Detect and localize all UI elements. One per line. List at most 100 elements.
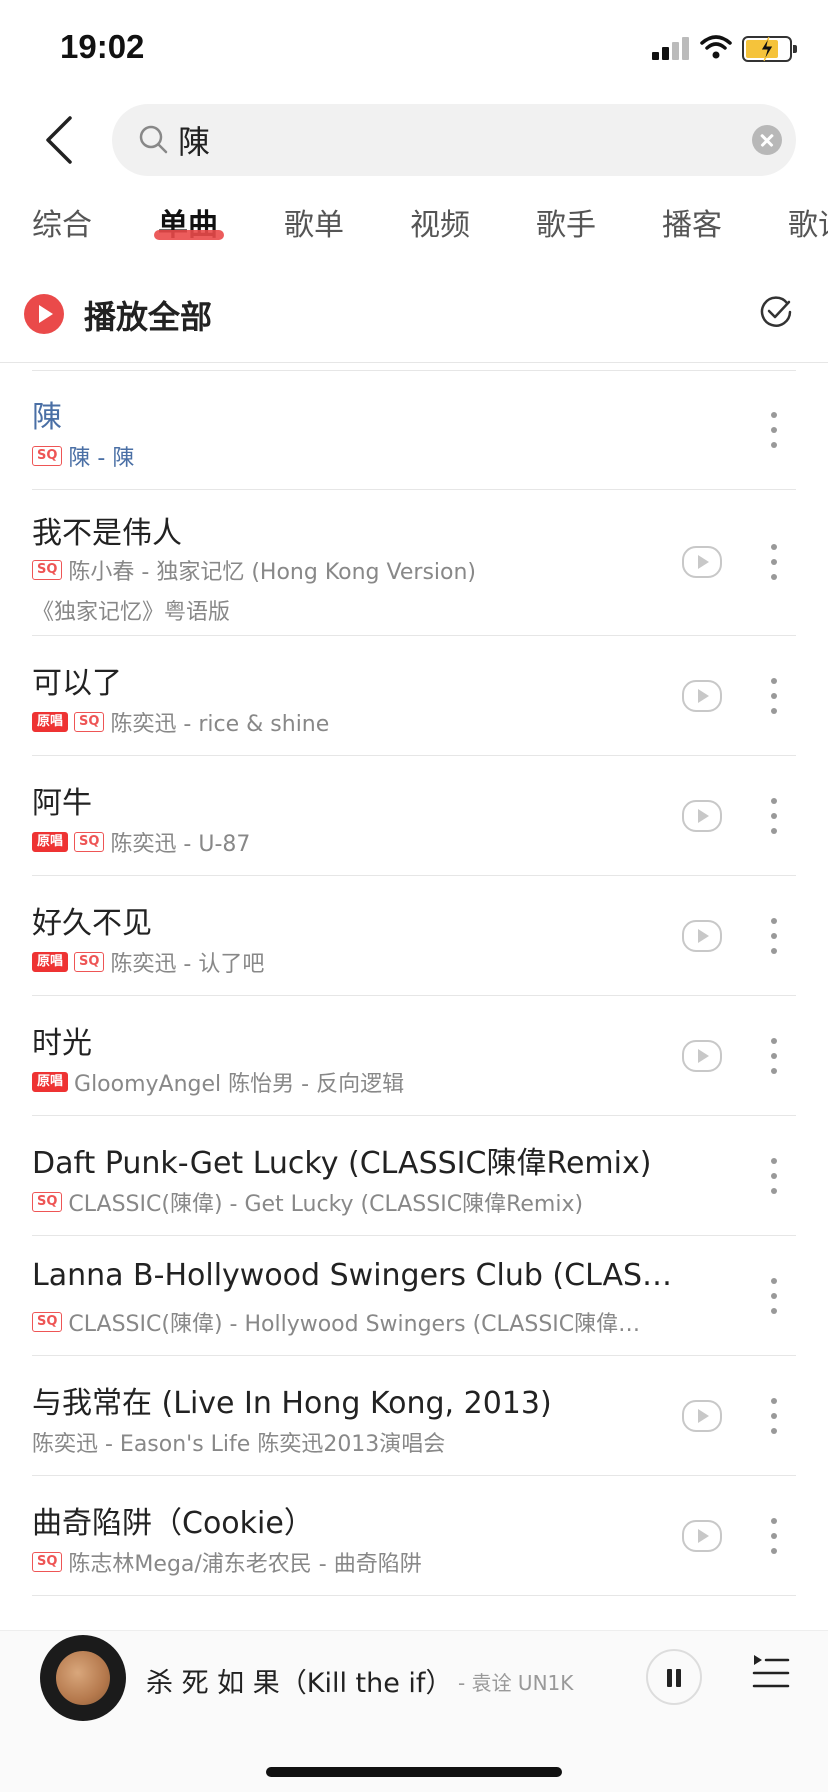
sq-badge: SQ: [32, 560, 63, 580]
song-row[interactable]: Lanna B-Hollywood Swingers Club (CLAS… S…: [0, 1236, 828, 1356]
play-all-label: 播放全部: [84, 298, 213, 336]
original-badge: 原唱: [32, 952, 69, 972]
more-options-icon[interactable]: [770, 412, 778, 448]
tab-lyrics[interactable]: 歌词: [788, 200, 828, 244]
song-title: 时光: [32, 1026, 92, 1061]
play-all-button[interactable]: 播放全部: [24, 292, 424, 340]
mv-play-icon[interactable]: [682, 800, 722, 832]
song-row[interactable]: 好久不见 原唱 SQ 陈奕迅 - 认了吧: [0, 876, 828, 996]
category-tabs: 综合 单曲 歌单 视频 歌手 播客 歌词: [0, 200, 828, 256]
song-title: 好久不见: [32, 906, 152, 941]
song-meta: 原唱 GloomyAngel 陈怡男 - 反向逻辑: [32, 1066, 404, 1098]
artist-album: 陈志林Mega/浦东老农民 - 曲奇陷阱: [68, 1552, 422, 1577]
original-badge: 原唱: [32, 832, 69, 852]
song-title: Daft Punk-Get Lucky (CLASSIC陳偉Remix): [32, 1146, 652, 1181]
divider: [32, 1595, 796, 1596]
artist-album: GloomyAngel 陈怡男 - 反向逻辑: [74, 1072, 405, 1097]
divider: [0, 362, 828, 363]
sq-badge: SQ: [32, 1552, 63, 1572]
play-circle-icon: [24, 294, 64, 334]
cellular-signal-icon: [652, 36, 692, 60]
song-meta: SQ CLASSIC(陳偉) - Hollywood Swingers (CLA…: [32, 1306, 640, 1338]
album-cover[interactable]: [40, 1635, 126, 1721]
artist-album: 陈奕迅 - U-87: [110, 832, 251, 857]
mv-play-icon[interactable]: [682, 920, 722, 952]
sq-badge: SQ: [32, 1312, 63, 1332]
song-row[interactable]: 曲奇陷阱（Cookie） SQ 陈志林Mega/浦东老农民 - 曲奇陷阱: [0, 1476, 828, 1596]
song-row[interactable]: 阿牛 原唱 SQ 陈奕迅 - U-87: [0, 756, 828, 876]
song-subtitle: 《独家记忆》粤语版: [32, 600, 231, 625]
song-title: Lanna B-Hollywood Swingers Club (CLAS…: [32, 1258, 672, 1293]
pause-button[interactable]: [646, 1649, 702, 1705]
song-row[interactable]: 可以了 原唱 SQ 陈奕迅 - rice & shine: [0, 636, 828, 756]
search-bar[interactable]: [112, 104, 796, 176]
song-title: 与我常在 (Live In Hong Kong, 2013): [32, 1386, 552, 1421]
song-title: 曲奇陷阱（Cookie）: [32, 1506, 314, 1541]
tab-playlists[interactable]: 歌单: [284, 200, 344, 244]
song-row[interactable]: Daft Punk-Get Lucky (CLASSIC陳偉Remix) SQ …: [0, 1116, 828, 1236]
sq-badge: SQ: [74, 832, 105, 852]
song-row[interactable]: 陳 SQ 陳 - 陳: [0, 370, 828, 490]
artist-album: 陈奕迅 - Eason's Life 陈奕迅2013演唱会: [32, 1432, 446, 1457]
playlist-icon[interactable]: [750, 1651, 792, 1693]
more-options-icon[interactable]: [770, 1398, 778, 1434]
song-meta: 陈奕迅 - Eason's Life 陈奕迅2013演唱会: [32, 1426, 445, 1458]
song-title: 阿牛: [32, 786, 92, 821]
tab-artists[interactable]: 歌手: [536, 200, 596, 244]
mv-play-icon[interactable]: [682, 1040, 722, 1072]
sq-badge: SQ: [32, 446, 63, 466]
wifi-icon: [700, 35, 732, 59]
song-meta: 原唱 SQ 陈奕迅 - U-87: [32, 826, 250, 858]
song-title: 我不是伟人: [32, 516, 182, 551]
mv-play-icon[interactable]: [682, 1400, 722, 1432]
mv-play-icon[interactable]: [682, 546, 722, 578]
back-button[interactable]: [40, 110, 84, 170]
artist-album: CLASSIC(陳偉) - Get Lucky (CLASSIC陳偉Remix): [68, 1192, 584, 1217]
chevron-left-icon: [46, 116, 72, 164]
more-options-icon[interactable]: [770, 1278, 778, 1314]
active-tab-indicator: [154, 230, 224, 240]
search-results-page: 19:02 综合 单曲: [0, 0, 828, 1792]
more-options-icon[interactable]: [770, 1518, 778, 1554]
search-input[interactable]: [178, 118, 718, 162]
more-options-icon[interactable]: [770, 1158, 778, 1194]
tab-videos[interactable]: 视频: [410, 200, 470, 244]
song-title: 陳: [32, 400, 62, 435]
song-title: 可以了: [32, 666, 122, 701]
tab-podcasts[interactable]: 播客: [662, 200, 722, 244]
more-options-icon[interactable]: [770, 1038, 778, 1074]
artist-album: 陈奕迅 - rice & shine: [110, 712, 330, 737]
mv-play-icon[interactable]: [682, 1520, 722, 1552]
more-options-icon[interactable]: [770, 544, 778, 580]
status-bar: 19:02: [0, 0, 828, 96]
sq-badge: SQ: [74, 712, 105, 732]
song-meta: SQ 陳 - 陳: [32, 440, 134, 472]
song-row[interactable]: 时光 原唱 GloomyAngel 陈怡男 - 反向逻辑: [0, 996, 828, 1116]
original-badge: 原唱: [32, 712, 69, 732]
song-row[interactable]: 我不是伟人 SQ 陈小春 - 独家记忆 (Hong Kong Version) …: [0, 490, 828, 636]
status-time: 19:02: [60, 28, 145, 65]
tab-comprehensive[interactable]: 综合: [32, 200, 92, 244]
more-options-icon[interactable]: [770, 798, 778, 834]
multi-select-check-icon[interactable]: [758, 294, 794, 330]
sq-badge: SQ: [74, 952, 105, 972]
sq-badge: SQ: [32, 1192, 63, 1212]
song-meta: 原唱 SQ 陈奕迅 - rice & shine: [32, 706, 329, 738]
song-meta: SQ CLASSIC(陳偉) - Get Lucky (CLASSIC陳偉Rem…: [32, 1186, 583, 1218]
artist-album: 陳 - 陳: [68, 446, 135, 471]
mini-player[interactable]: 杀 死 如 果（Kill the if） - 袁诠 UN1K: [0, 1630, 828, 1792]
song-row[interactable]: 与我常在 (Live In Hong Kong, 2013) 陈奕迅 - Eas…: [0, 1356, 828, 1476]
home-indicator: [266, 1767, 562, 1777]
song-meta: SQ 陈志林Mega/浦东老农民 - 曲奇陷阱: [32, 1546, 422, 1578]
now-playing-artist: - 袁诠 UN1K: [458, 1671, 574, 1695]
more-options-icon[interactable]: [770, 678, 778, 714]
mv-play-icon[interactable]: [682, 680, 722, 712]
now-playing-title: 杀 死 如 果（Kill the if）: [146, 1668, 453, 1699]
song-meta: 原唱 SQ 陈奕迅 - 认了吧: [32, 946, 264, 978]
song-meta: SQ 陈小春 - 独家记忆 (Hong Kong Version): [32, 554, 476, 586]
search-icon: [139, 125, 168, 154]
clear-search-icon[interactable]: [752, 125, 782, 155]
more-options-icon[interactable]: [770, 918, 778, 954]
artist-album: 陈小春 - 独家记忆 (Hong Kong Version): [68, 560, 477, 585]
battery-charging-icon: [742, 36, 797, 62]
